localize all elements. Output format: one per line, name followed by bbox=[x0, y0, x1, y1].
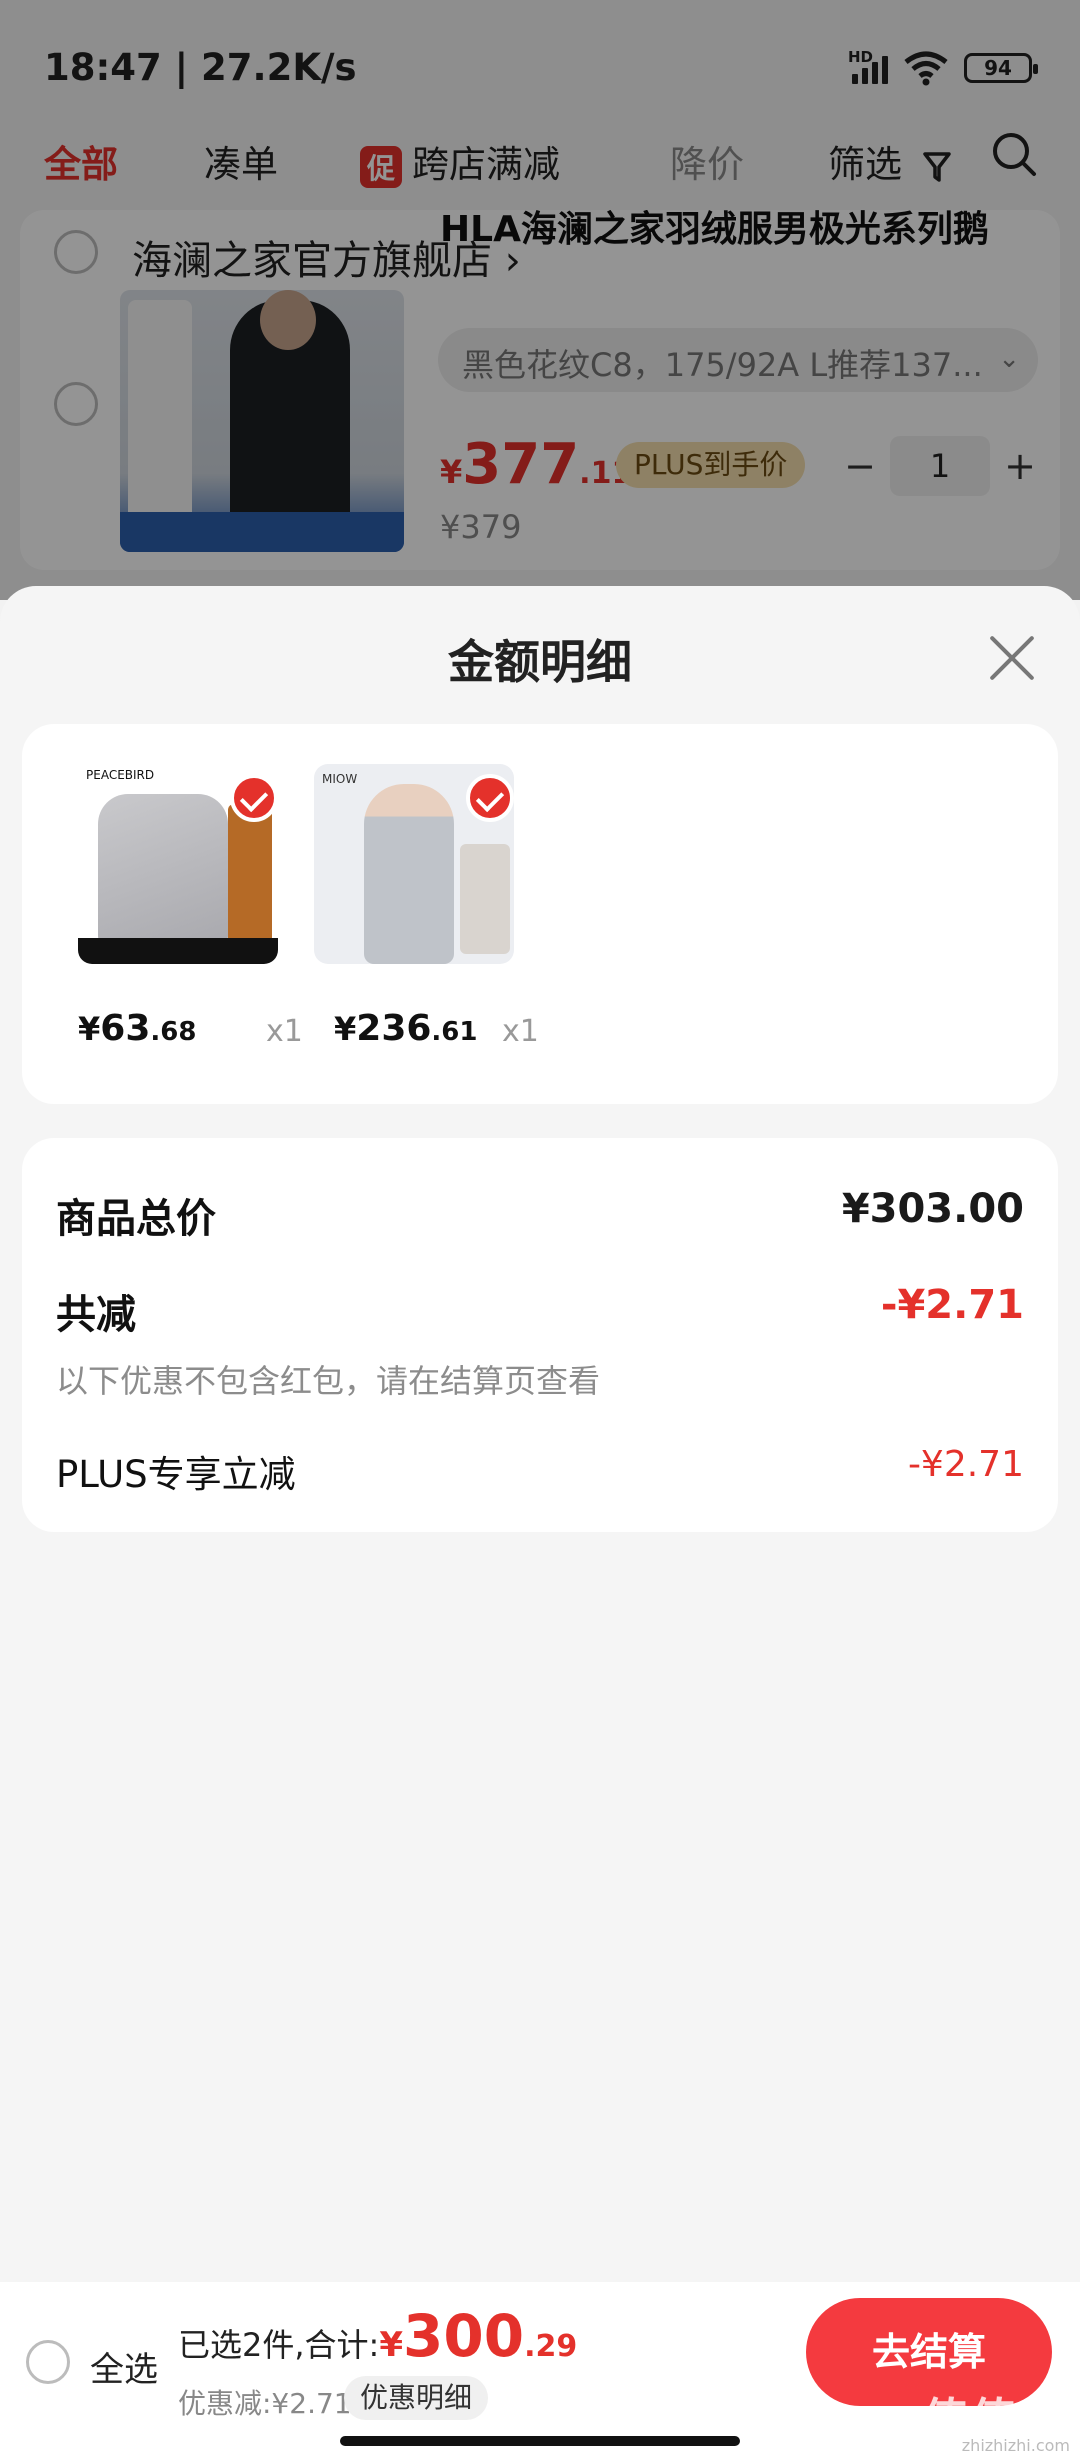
home-indicator[interactable] bbox=[340, 2436, 740, 2446]
discount-note: 以下优惠不包含红包，请在结算页查看 bbox=[56, 1362, 601, 1400]
discount-value: -¥2.71 bbox=[880, 1282, 1024, 1328]
product-price: ¥236.61 bbox=[334, 1008, 478, 1049]
select-all-radio[interactable] bbox=[26, 2340, 70, 2384]
total-line: 已选2件,合计:¥300.29 bbox=[178, 2302, 578, 2370]
total-value: ¥303.00 bbox=[841, 1186, 1024, 1232]
selected-count: 已选2件,合计: bbox=[178, 2326, 380, 2364]
watermark: zhizhizhi.com bbox=[961, 2436, 1070, 2455]
product-qty: x1 bbox=[266, 1014, 303, 1049]
sheet-title: 金额明细 bbox=[448, 635, 632, 689]
product-price: ¥63.68 bbox=[78, 1008, 197, 1049]
plus-discount-label: PLUS专享立减 bbox=[56, 1453, 296, 1496]
total-amount: 300 bbox=[403, 2302, 525, 2370]
checkout-bar: 全选 已选2件,合计:¥300.29 优惠减:¥2.71 优惠明细 去结算 bbox=[0, 2282, 1080, 2460]
discount-summary: 优惠减:¥2.71 bbox=[178, 2387, 352, 2420]
selected-products-card: PEACEBIRD ¥63.68 x1 MIOW ¥236.61 x1 bbox=[22, 724, 1058, 1104]
product-qty: x1 bbox=[502, 1014, 539, 1049]
amount-detail-sheet: 金额明细 PEACEBIRD ¥63.68 x1 MIOW ¥236.61 x1 bbox=[0, 586, 1080, 2282]
overlay-dim[interactable] bbox=[0, 0, 1080, 600]
total-label: 商品总价 bbox=[56, 1196, 216, 1242]
discount-detail-button[interactable]: 优惠明细 bbox=[344, 2376, 489, 2420]
price-summary-card: 商品总价 ¥303.00 共减 -¥2.71 以下优惠不包含红包，请在结算页查看… bbox=[22, 1138, 1058, 1532]
check-icon bbox=[466, 774, 514, 822]
check-icon bbox=[230, 774, 278, 822]
select-all-label[interactable]: 全选 bbox=[90, 2342, 158, 2391]
discount-label: 共减 bbox=[56, 1292, 136, 1338]
plus-discount-value: -¥2.71 bbox=[907, 1444, 1024, 1485]
close-icon[interactable] bbox=[984, 628, 1040, 684]
